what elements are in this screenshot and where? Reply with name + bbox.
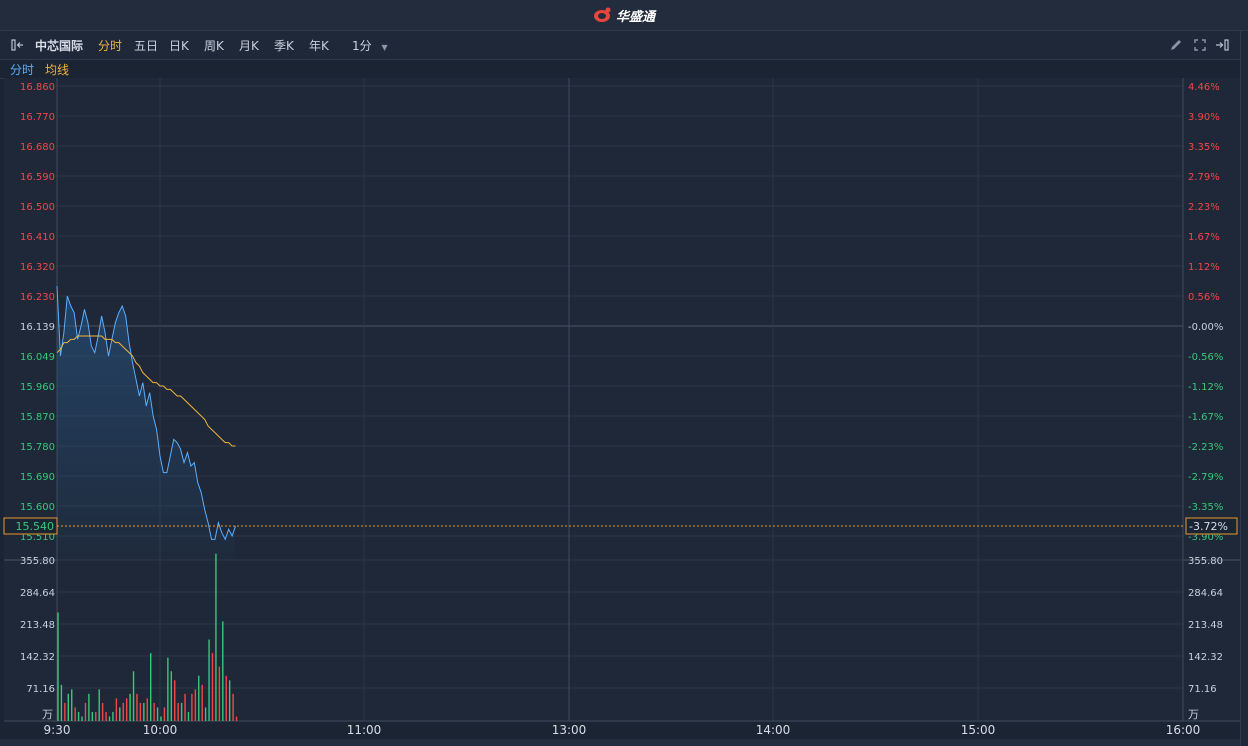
current-change-label: -3.72% (1189, 520, 1228, 533)
collapse-left-icon[interactable] (10, 37, 26, 53)
percent-tick-label: 3.35% (1188, 142, 1220, 153)
percent-tick-label: -1.12% (1188, 382, 1223, 393)
price-tick-label: 15.960 (20, 382, 55, 393)
percent-tick-label: -3.35% (1188, 502, 1223, 513)
volume-tick-label: 284.64 (1188, 588, 1223, 599)
bottom-bar (0, 739, 1240, 746)
volume-tick-label: 71.16 (26, 684, 55, 695)
tab-intraday[interactable]: 分时 (98, 37, 122, 54)
percent-tick-label: 0.56% (1188, 292, 1220, 303)
tab-daily-k[interactable]: 日K (169, 37, 189, 54)
volume-tick-label: 355.80 (1188, 556, 1223, 567)
interval-value: 1分 (352, 39, 372, 53)
price-tick-label: 16.770 (20, 112, 55, 123)
price-tick-label: 16.500 (20, 202, 55, 213)
current-price-label: 15.540 (16, 520, 55, 533)
percent-tick-label: 2.23% (1188, 202, 1220, 213)
tab-yearly-k[interactable]: 年K (309, 37, 329, 54)
volume-tick-label: 71.16 (1188, 684, 1217, 695)
volume-tick-label: 355.80 (20, 556, 55, 567)
time-tick-label: 16:00 (1166, 723, 1201, 737)
price-tick-label: 15.690 (20, 472, 55, 483)
legend-bar: 分时 均线 (0, 60, 1240, 79)
percent-tick-label: 1.67% (1188, 232, 1220, 243)
legend-intraday: 分时 (10, 63, 35, 77)
volume-unit-label: 万 (1188, 708, 1199, 721)
chevron-down-icon: ▼ (381, 43, 388, 52)
legend-average: 均线 (45, 63, 70, 77)
right-panel-edge (1240, 31, 1248, 746)
percent-tick-label: -2.79% (1188, 472, 1223, 483)
price-tick-label: 15.870 (20, 412, 55, 423)
price-tick-label: 16.590 (20, 172, 55, 183)
collapse-right-icon[interactable] (1214, 37, 1230, 53)
time-tick-label: 14:00 (756, 723, 791, 737)
price-tick-label: 16.049 (20, 352, 55, 363)
volume-unit-label: 万 (42, 708, 53, 721)
volume-tick-label: 142.32 (20, 652, 55, 663)
time-tick-label: 10:00 (143, 723, 178, 737)
volume-tick-label: 284.64 (20, 588, 55, 599)
time-tick-label: 15:00 (961, 723, 996, 737)
percent-tick-label: 1.12% (1188, 262, 1220, 273)
interval-select[interactable]: 1分 ▼ (352, 37, 388, 54)
tab-monthly-k[interactable]: 月K (239, 37, 259, 54)
price-tick-label: 16.139 (20, 322, 55, 333)
price-tick-label: 15.600 (20, 502, 55, 513)
price-tick-label: 16.680 (20, 142, 55, 153)
price-tick-label: 16.230 (20, 292, 55, 303)
pencil-icon[interactable] (1168, 37, 1184, 53)
percent-tick-label: -2.23% (1188, 442, 1223, 453)
percent-tick-label: -0.56% (1188, 352, 1223, 363)
time-tick-label: 13:00 (552, 723, 587, 737)
brand: 华盛通 (592, 6, 656, 25)
chart-toolbar: 中芯国际 分时 五日 日K 周K 月K 季K 年K 1分 ▼ (0, 31, 1240, 60)
price-tick-label: 16.410 (20, 232, 55, 243)
percent-tick-label: 3.90% (1188, 112, 1220, 123)
time-tick-label: 11:00 (347, 723, 382, 737)
volume-panel (4, 560, 1240, 722)
time-tick-label: 9:30 (44, 723, 71, 737)
price-tick-label: 15.780 (20, 442, 55, 453)
percent-tick-label: 2.79% (1188, 172, 1220, 183)
tab-five-day[interactable]: 五日 (134, 37, 158, 54)
fullscreen-icon[interactable] (1192, 37, 1208, 53)
volume-tick-label: 213.48 (1188, 620, 1223, 631)
brand-name: 华盛通 (616, 9, 656, 25)
tab-quarterly-k[interactable]: 季K (274, 37, 294, 54)
percent-tick-label: -0.00% (1188, 322, 1223, 333)
percent-tick-label: -1.67% (1188, 412, 1223, 423)
volume-tick-label: 142.32 (1188, 652, 1223, 663)
percent-tick-label: 4.46% (1188, 82, 1220, 93)
price-tick-label: 16.320 (20, 262, 55, 273)
price-tick-label: 16.860 (20, 82, 55, 93)
top-bar: 华盛通 (0, 0, 1248, 31)
stock-name: 中芯国际 (35, 39, 84, 53)
intraday-chart: 16.860 16.770 16.680 16.590 16.500 16.410 16.3… (3, 78, 1240, 737)
volume-tick-label: 213.48 (20, 620, 55, 631)
brand-logo-icon (594, 7, 611, 22)
tab-weekly-k[interactable]: 周K (204, 37, 224, 54)
